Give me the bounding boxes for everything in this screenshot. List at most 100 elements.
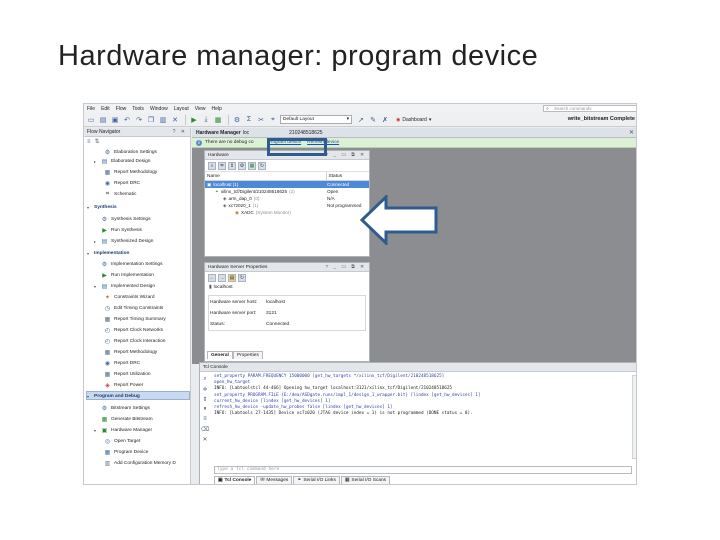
program-icon[interactable]: ▦ (248, 161, 256, 170)
panel-controls[interactable]: ? ✕ (173, 129, 187, 135)
nav-section[interactable]: ▾ Implementation (87, 248, 129, 258)
paste-icon[interactable]: ▥ (158, 115, 168, 125)
nav-item[interactable]: ◴ Report Clock Networks (104, 325, 163, 335)
nav-section[interactable]: ▾ Synthesis (87, 202, 117, 212)
menu-help[interactable]: Help (209, 106, 225, 112)
chevron-right-icon[interactable]: ▸ (94, 159, 99, 164)
collapse-icon[interactable]: ≑ (201, 385, 209, 393)
pause-icon[interactable]: ⏸ (201, 405, 209, 413)
open-folder-icon[interactable]: ▤ (98, 115, 108, 125)
nav-item[interactable]: ▾ ▤ Implemented Design (94, 281, 155, 291)
hardware-tree-row[interactable]: ◉ XADC (System Monitor) (205, 209, 369, 216)
nav-item[interactable]: ▥ Add Configuration Memory D (104, 458, 176, 468)
cut-icon[interactable]: ✂ (256, 115, 266, 125)
chevron-down-icon[interactable]: ▾ (94, 428, 99, 433)
hardware-tree-row[interactable]: ◈ arm_dap_0 (0) N/A (205, 195, 369, 202)
nav-item[interactable]: ▦ Program Device (104, 447, 149, 457)
search-input[interactable]: ⌕ Search commands (543, 105, 636, 112)
panel-controls[interactable]: ? _ ▭ ⧉ ✕ (325, 264, 366, 270)
properties-icon[interactable]: ▤ (228, 274, 236, 282)
menu-layout[interactable]: Layout (171, 106, 192, 112)
chevron-down-icon[interactable]: ▾ (87, 205, 92, 210)
nav-item[interactable]: ◴ Report Clock Interaction (104, 336, 166, 346)
nav-item[interactable]: ▶ Run Implementation (94, 270, 154, 280)
run-icon[interactable]: ▶ (189, 115, 199, 125)
nav-item[interactable]: ▦ Generate Bitstream (94, 414, 153, 424)
nav-item[interactable]: ⚙ Synthesis Settings (94, 214, 151, 224)
collapse-icon[interactable]: ≑ (218, 161, 226, 170)
delete-icon[interactable]: ✕ (201, 435, 209, 443)
menu-flow[interactable]: Flow (113, 106, 130, 112)
nav-item[interactable]: ▶ Run Synthesis (94, 225, 142, 235)
clear-icon[interactable]: ⌫ (201, 425, 209, 433)
sum-icon[interactable]: Σ (244, 115, 254, 125)
program-icon[interactable]: ▦ (213, 115, 223, 125)
refresh-icon[interactable]: ↻ (258, 161, 266, 170)
arrow-icon[interactable]: ➚ (356, 115, 366, 125)
nav-item[interactable]: ◎ Open Target (104, 436, 140, 446)
chevron-right-icon[interactable]: ▸ (94, 239, 99, 244)
tab-serial-io-scans[interactable]: ▦ Serial I/O Scans (340, 476, 391, 484)
forward-icon[interactable]: → (218, 274, 226, 282)
zoom-icon[interactable]: ⌖ (268, 115, 278, 125)
tab-properties[interactable]: Properties (232, 351, 263, 359)
nav-section[interactable]: ▾ Program and Debug (87, 391, 140, 401)
hardware-tree-row[interactable]: ▣ localhost (1) Connected (205, 181, 369, 188)
menu-edit[interactable]: Edit (98, 106, 113, 112)
back-icon[interactable]: ← (208, 274, 216, 282)
close-icon[interactable]: ✕ (629, 129, 634, 136)
nav-item[interactable]: ▾ ▣ Hardware Manager (94, 425, 152, 435)
nav-item[interactable]: ▦ Report Methodology (104, 167, 158, 177)
copy-icon[interactable]: ❐ (146, 115, 156, 125)
unmark-icon[interactable]: ✗ (380, 115, 390, 125)
menu-tools[interactable]: Tools (129, 106, 147, 112)
nav-item[interactable]: ◈ Report Power (104, 380, 143, 390)
layout-select[interactable]: Default Layout ▾ (280, 115, 352, 124)
list-icon[interactable]: ≡ (201, 415, 209, 423)
settings-icon[interactable]: ⚙ (232, 115, 242, 125)
menu-file[interactable]: File (84, 106, 98, 112)
chevron-down-icon[interactable]: ▾ (87, 394, 92, 399)
refresh-icon[interactable]: ↻ (238, 274, 246, 282)
hardware-tree-row[interactable]: ◈ xc7z020_1 (1) Not programmed (205, 202, 369, 209)
tcl-scrollbar[interactable] (632, 375, 636, 459)
save-icon[interactable]: ▣ (110, 115, 120, 125)
tab-serial-io-links[interactable]: ⚭ Serial I/O Links (293, 476, 340, 484)
step-icon[interactable]: ⤓ (201, 115, 211, 125)
nav-item[interactable]: ✦ Constraints Wizard (104, 292, 155, 302)
nav-item[interactable]: ◉ Report DRC (104, 358, 140, 368)
nav-item[interactable]: ▸ ▤ Elaborated Design (94, 156, 150, 166)
nav-item[interactable]: ⌗ Schematic (104, 189, 137, 199)
tab-tcl-console[interactable]: ▣ Tcl Console (214, 476, 256, 484)
nav-item[interactable]: ▸ ▤ Synthesized Design (94, 236, 153, 246)
nav-item[interactable]: ◉ Report DRC (104, 178, 140, 188)
new-file-icon[interactable]: ▭ (86, 115, 96, 125)
search-icon[interactable]: ⌕ (208, 161, 216, 170)
nav-item[interactable]: ◷ Edit Timing Constraints (104, 303, 163, 313)
nav-item[interactable]: ▦ Report Methodology (104, 347, 158, 357)
undo-icon[interactable]: ↶ (122, 115, 132, 125)
nav-item[interactable]: ⚙ Bitstream Settings (94, 403, 150, 413)
marker-icon[interactable]: ✎ (368, 115, 378, 125)
nav-item[interactable]: ▦ Report Timing Summary (104, 314, 166, 324)
redo-icon[interactable]: ↷ (134, 115, 144, 125)
column-header-status[interactable]: Status (325, 172, 369, 180)
expand-icon[interactable]: ⇕ (228, 161, 236, 170)
column-header-name[interactable]: Name (205, 172, 326, 180)
tab-messages[interactable]: ✉ Messages (256, 476, 293, 484)
chevron-down-icon[interactable]: ▾ (87, 251, 92, 256)
nav-item[interactable]: ⚙ Implementation Settings (94, 259, 163, 269)
search-icon[interactable]: ⌕ (201, 375, 209, 383)
settings-icon[interactable]: ⚙ (238, 161, 246, 170)
chevron-down-icon[interactable]: ▾ (94, 284, 99, 289)
dashboard-button[interactable]: ◉ Dashboard ▾ (396, 117, 431, 123)
panel-controls[interactable]: ? _ ▭ ⧉ ✕ (325, 152, 366, 158)
hardware-tree-row[interactable]: ⚭ xilinx_tcf/Digilent/210248518625 (2) Open (205, 188, 369, 195)
nav-item[interactable]: ▦ Report Utilization (104, 369, 151, 379)
expand-icon[interactable]: ⇕ (201, 395, 209, 403)
menu-view[interactable]: View (192, 106, 209, 112)
menu-window[interactable]: Window (147, 106, 171, 112)
expand-all-icon[interactable]: ⇅ (95, 138, 100, 145)
tab-general[interactable]: General (207, 351, 233, 359)
collapse-all-icon[interactable]: ≡ (87, 139, 91, 145)
